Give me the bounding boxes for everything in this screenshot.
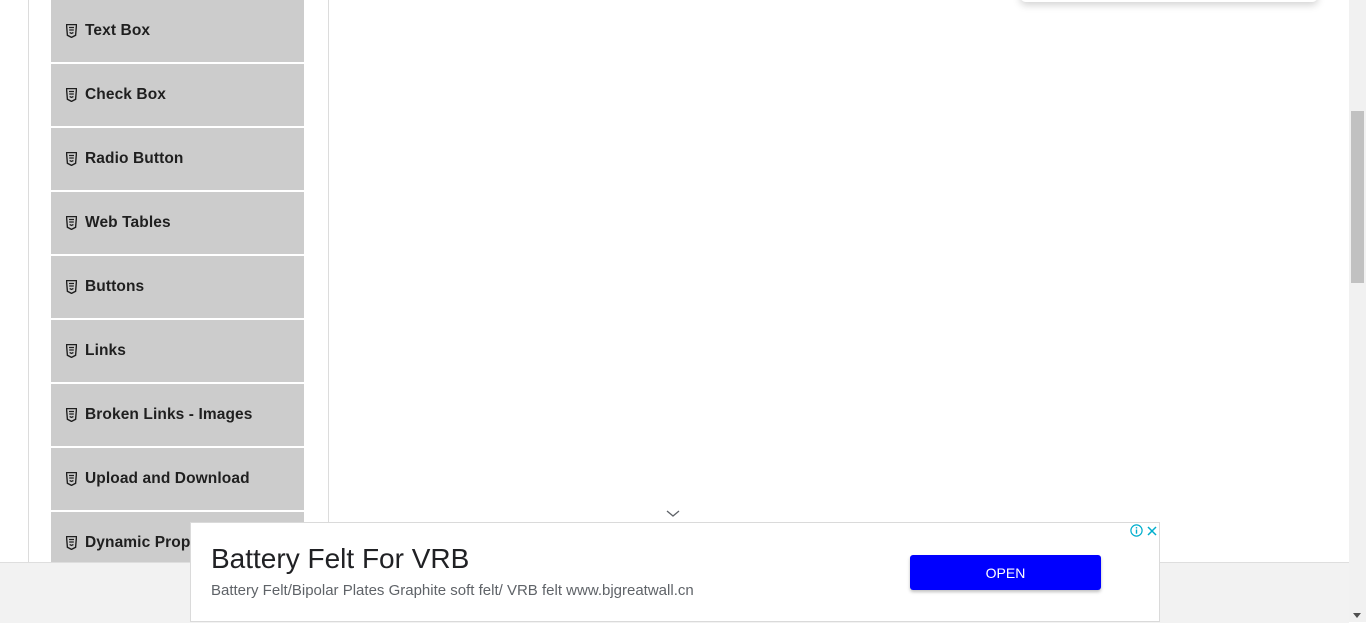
sidebar-item-text-box[interactable]: Text Box <box>51 0 304 62</box>
html5-icon <box>66 344 77 358</box>
ad-banner[interactable]: Battery Felt For VRB Battery Felt/Bipola… <box>190 522 1160 622</box>
sidebar-item-label: Upload and Download <box>85 470 250 487</box>
close-icon[interactable] <box>1144 523 1159 538</box>
sidebar-item-links[interactable]: Links <box>51 320 304 382</box>
sidebar-item-check-box[interactable]: Check Box <box>51 64 304 126</box>
html5-icon <box>66 24 77 38</box>
chevron-down-icon[interactable] <box>665 506 681 520</box>
sidebar-item-label: Broken Links - Images <box>85 406 253 423</box>
sidebar-item-label: Radio Button <box>85 150 184 167</box>
html5-icon <box>66 216 77 230</box>
sidebar-item-label: Check Box <box>85 86 167 103</box>
html5-icon <box>66 472 77 486</box>
sidebar-item-broken-links-images[interactable]: Broken Links - Images <box>51 384 304 446</box>
html5-icon <box>66 88 77 102</box>
ad-badges <box>1129 523 1159 538</box>
html5-icon <box>66 280 77 294</box>
sidebar-item-label: Buttons <box>85 278 145 295</box>
info-icon[interactable] <box>1129 523 1144 538</box>
left-border <box>28 0 29 562</box>
sidebar-item-buttons[interactable]: Buttons <box>51 256 304 318</box>
scroll-down-arrow-icon[interactable] <box>1353 613 1361 618</box>
sidebar-item-label: Web Tables <box>85 214 171 231</box>
sidebar-item-web-tables[interactable]: Web Tables <box>51 192 304 254</box>
scrollbar-thumb[interactable] <box>1351 111 1364 283</box>
ad-description[interactable]: Battery Felt/Bipolar Plates Graphite sof… <box>211 582 694 599</box>
sidebar-item-upload-and-download[interactable]: Upload and Download <box>51 448 304 510</box>
content-divider <box>328 0 329 562</box>
ad-open-button[interactable]: OPEN <box>910 555 1101 590</box>
ad-title[interactable]: Battery Felt For VRB <box>211 543 469 575</box>
sidebar-item-radio-button[interactable]: Radio Button <box>51 128 304 190</box>
sidebar-item-label: Text Box <box>85 22 151 39</box>
sidebar-item-label: Links <box>85 342 126 359</box>
html5-icon <box>66 152 77 166</box>
html5-icon <box>66 408 77 422</box>
vertical-scrollbar[interactable] <box>1349 0 1366 622</box>
html5-icon <box>66 536 77 550</box>
sidebar-item-label: Dynamic Prop <box>85 534 191 551</box>
dropdown-card-edge <box>1020 0 1318 2</box>
